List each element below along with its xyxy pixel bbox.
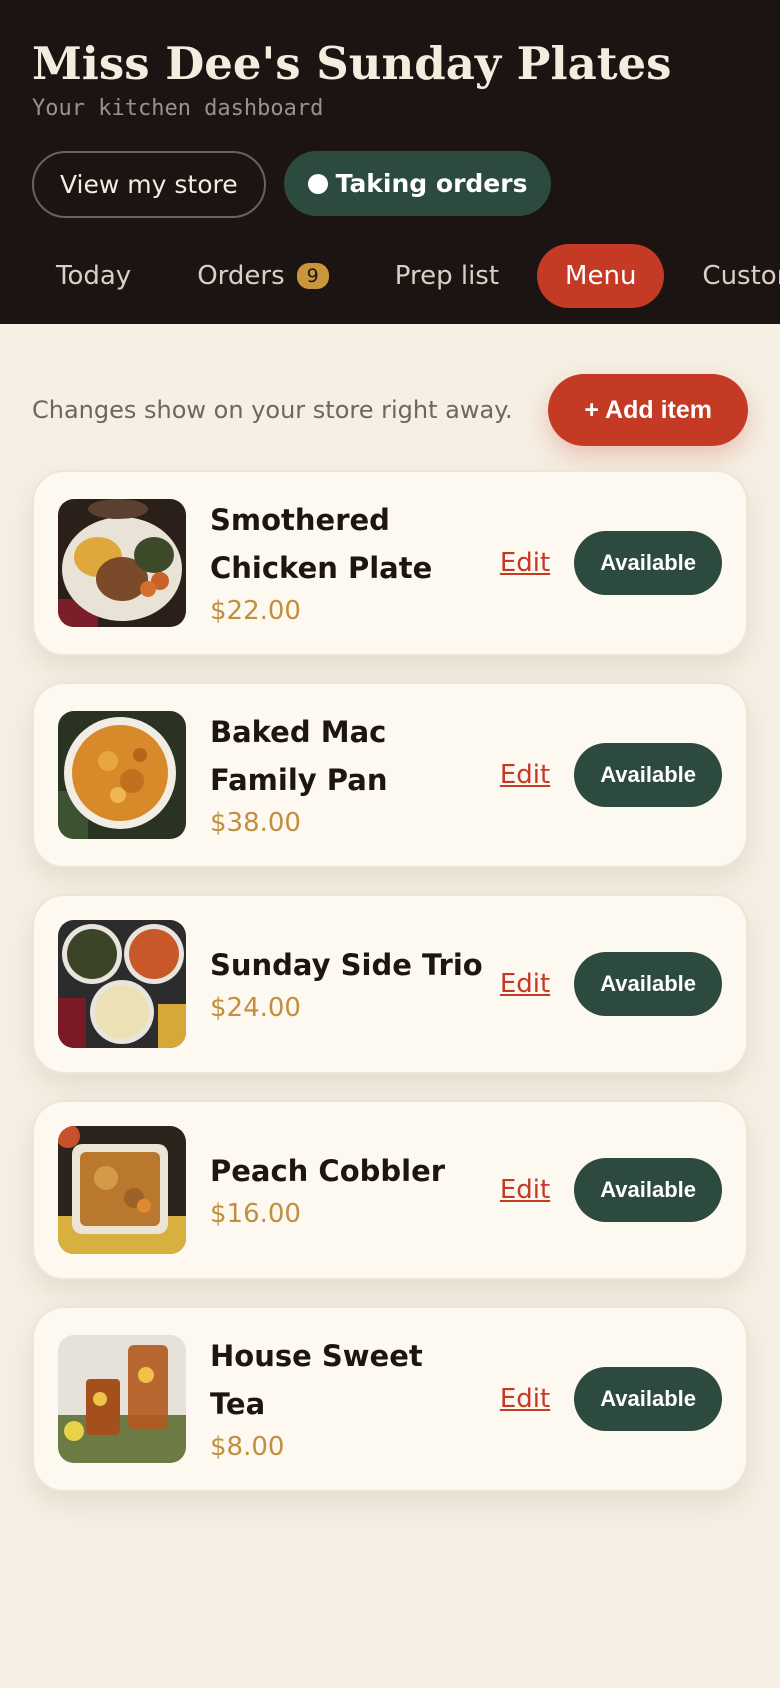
tab-orders[interactable]: Orders 9	[169, 244, 357, 308]
availability-label: Available	[600, 971, 696, 996]
tab-prep-list[interactable]: Prep list	[367, 244, 527, 308]
tab-label: Today	[56, 261, 132, 291]
cobbler-photo	[58, 1126, 186, 1254]
menu-item: Peach Cobbler $16.00 Edit Available	[32, 1100, 748, 1280]
menu-item-name: Smothered Chicken Plate	[210, 503, 433, 585]
tab-label: Menu	[565, 261, 637, 291]
menu-item-info: Peach Cobbler $16.00	[210, 1147, 488, 1233]
sweet-tea-photo	[58, 1335, 186, 1463]
menu-item-price: $24.00	[210, 993, 301, 1023]
edit-item-link[interactable]: Edit	[500, 969, 550, 999]
menu-item-list: Smothered Chicken Plate $22.00 Edit Avai…	[0, 470, 780, 1492]
availability-label: Available	[600, 762, 696, 787]
menu-item: Baked Mac Family Pan $38.00 Edit Availab…	[32, 682, 748, 868]
tab-customers[interactable]: Customers	[674, 244, 780, 308]
edit-item-link[interactable]: Edit	[500, 1384, 550, 1414]
tab-label: Orders	[197, 261, 285, 291]
menu-item-price: $38.00	[210, 808, 301, 838]
tab-bar: Today Orders 9 Prep list Menu Customers	[28, 244, 780, 308]
menu-item-name: House Sweet Tea	[210, 1339, 423, 1421]
status-dot-icon	[307, 173, 328, 194]
availability-label: Available	[600, 550, 696, 575]
availability-label: Available	[600, 1177, 696, 1202]
edit-item-link[interactable]: Edit	[500, 1175, 550, 1205]
taking-orders-toggle[interactable]: Taking orders	[283, 151, 552, 216]
chicken-plate-photo	[58, 499, 186, 627]
orders-count-badge: 9	[296, 263, 329, 289]
availability-toggle[interactable]: Available	[574, 1367, 722, 1431]
availability-toggle[interactable]: Available	[574, 531, 722, 595]
menu-item-price: $22.00	[210, 596, 301, 626]
availability-toggle[interactable]: Available	[574, 952, 722, 1016]
menu-item-price: $16.00	[210, 1199, 301, 1229]
availability-toggle[interactable]: Available	[574, 1158, 722, 1222]
availability-toggle[interactable]: Available	[574, 743, 722, 807]
menu-item-price: $8.00	[210, 1432, 285, 1462]
menu-item-name: Peach Cobbler	[210, 1154, 446, 1188]
menu-item-name: Sunday Side Trio	[210, 948, 483, 982]
mac-pan-photo	[58, 711, 186, 839]
app-header: Miss Dee's Sunday Plates Your kitchen da…	[0, 0, 780, 324]
menu-item: House Sweet Tea $8.00 Edit Available	[32, 1306, 748, 1492]
menu-item-info: Sunday Side Trio $24.00	[210, 941, 488, 1027]
menu-item-info: Smothered Chicken Plate $22.00	[210, 496, 488, 630]
menu-item-name: Baked Mac Family Pan	[210, 715, 388, 797]
page-subtitle: Your kitchen dashboard	[32, 96, 324, 121]
page-title: Miss Dee's Sunday Plates	[32, 37, 672, 90]
edit-item-link[interactable]: Edit	[500, 548, 550, 578]
add-item-button[interactable]: + Add item	[548, 374, 748, 446]
menu-item-info: Baked Mac Family Pan $38.00	[210, 708, 488, 842]
add-item-label: + Add item	[584, 395, 712, 424]
menu-toolbar: Changes show on your store right away. +…	[0, 374, 780, 446]
header-actions: View my store Taking orders	[32, 151, 780, 218]
tab-today[interactable]: Today	[28, 244, 159, 308]
edit-item-link[interactable]: Edit	[500, 760, 550, 790]
side-trio-photo	[58, 920, 186, 1048]
store-sync-hint: Changes show on your store right away.	[32, 396, 513, 424]
menu-item: Smothered Chicken Plate $22.00 Edit Avai…	[32, 470, 748, 656]
menu-item-info: House Sweet Tea $8.00	[210, 1332, 488, 1466]
tab-label: Prep list	[394, 261, 500, 291]
status-label: Taking orders	[335, 169, 528, 198]
availability-label: Available	[600, 1386, 696, 1411]
view-store-button[interactable]: View my store	[32, 151, 266, 218]
tab-label: Customers	[702, 261, 780, 291]
menu-item: Sunday Side Trio $24.00 Edit Available	[32, 894, 748, 1074]
tab-menu[interactable]: Menu	[537, 244, 665, 308]
view-store-label: View my store	[60, 170, 238, 199]
